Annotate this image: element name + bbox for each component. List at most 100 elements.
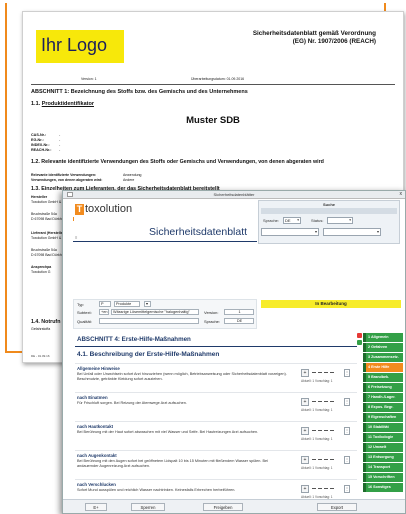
section-nav: 1 Allgemein 2 Gefahren 3 Zusammensetz. 4 Er…: [363, 333, 403, 493]
add-button[interactable]: +: [301, 369, 309, 377]
header-line1: Sicherheitsdatenblatt gemäß Verordnung: [252, 30, 376, 37]
nav-marker: [363, 433, 366, 442]
contact-block: Ansprechpa Toxolution G: [31, 265, 51, 274]
typ-select[interactable]: Produkte: [114, 301, 140, 307]
typ-select-value: Produkte: [116, 302, 132, 306]
list-item: nach Augenkontakt Bei Berührung mit den …: [75, 450, 357, 479]
nav-label: 12 Umwelt: [368, 445, 387, 449]
release-button[interactable]: Freigeben: [203, 503, 243, 511]
nav-item[interactable]: 12 Umwelt: [363, 443, 403, 452]
subtext-field[interactable]: Wässrige Lösemittelgemische "halogenhalt…: [111, 309, 199, 315]
nav-item[interactable]: 1 Allgemein: [363, 333, 403, 342]
add-button[interactable]: +: [301, 485, 309, 493]
expand-button[interactable]: ⋮: [344, 369, 350, 377]
add-button[interactable]: +: [301, 456, 309, 464]
block-text[interactable]: Für Frischluft sorgen. Bei Reizung der A…: [77, 401, 287, 406]
version-label: Version:: [204, 310, 219, 315]
menu-icon[interactable]: ≡: [75, 235, 77, 240]
nav-marker: [363, 343, 366, 352]
phrase-slider[interactable]: ⋮: [312, 369, 350, 377]
form-lang-field[interactable]: DE: [224, 318, 254, 324]
nav-marker: [363, 353, 366, 362]
status-select[interactable]: ▾: [327, 217, 353, 224]
nav-item[interactable]: 4 Erste Hilfe: [363, 363, 403, 372]
nav-item[interactable]: 2 Gefahren: [363, 343, 403, 352]
search-field[interactable]: [261, 208, 397, 214]
expand-button[interactable]: ⋮: [344, 398, 350, 406]
block-text[interactable]: Bei Unfall oder Unwohlsein sofort Arzt h…: [77, 372, 287, 381]
lock-button[interactable]: Sperren: [131, 503, 165, 511]
nav-item[interactable]: 16 Sonstiges: [363, 483, 403, 492]
lang-label: Sprache:: [263, 218, 280, 223]
subtext-label: Subtext:: [77, 310, 92, 315]
chevron-down-icon: ▾: [314, 229, 317, 234]
block-text[interactable]: Bei Berührung mit den Augen sofort bei g…: [77, 459, 287, 468]
phrase-status: Aktuell: 1 Vorschlag: 1: [301, 408, 333, 412]
expand-button[interactable]: ⋮: [344, 456, 350, 464]
nav-label: 14 Transport: [368, 465, 391, 469]
date-label: Überarbeitungsdatum: 01.09.2016: [191, 77, 245, 81]
brand-logo: Ttoxolution: [75, 203, 132, 215]
nav-marker: [363, 463, 366, 472]
add-button[interactable]: +: [301, 398, 309, 406]
emergency-label: Gefahrstoffa: [31, 327, 51, 331]
typ-dropdown[interactable]: ▾: [144, 301, 151, 307]
status-label: Status:: [311, 218, 324, 223]
phrase-slider[interactable]: ⋮: [312, 398, 350, 406]
export-button[interactable]: Export: [317, 503, 357, 511]
nav-item[interactable]: 8 Expos. Begr.: [363, 403, 403, 412]
subtext-badge[interactable]: +en: [99, 309, 109, 315]
nav-item[interactable]: 11 Toxikologie: [363, 433, 403, 442]
phrase-status: Aktuell: 1 Vorschlag: 1: [301, 466, 333, 470]
phrase-controls: + ⋮ Aktuell: 1 Vorschlag: 1: [301, 456, 351, 472]
close-icon[interactable]: x: [400, 191, 403, 197]
sub11-prefix: 1.1.: [31, 101, 42, 107]
nav-label: 8 Expos. Begr.: [368, 405, 394, 409]
phrase-slider[interactable]: ⋮: [312, 485, 350, 493]
document-header: Sicherheitsdatenblatt gemäß Verordnung (…: [216, 30, 376, 45]
sub-heading: 4.1. Beschreibung der Erste-Hilfe-Maßnah…: [77, 351, 220, 358]
block-text[interactable]: Bei Berührung mit der Haut sofort abwasc…: [77, 430, 287, 435]
search-select-2[interactable]: ▾: [323, 228, 381, 236]
add-button[interactable]: +: [301, 427, 309, 435]
uses-table: Relevante identifizierte Verwendungen: An…: [31, 173, 142, 183]
nav-label: 15 Vorschriften: [368, 475, 395, 479]
typ-code-field[interactable]: P: [99, 301, 111, 307]
sds-form: Typ P Produkte ▾ Subtext: +en Wässrige L…: [73, 299, 257, 329]
phrase-status: Aktuell: 1 Vorschlag: 1: [301, 379, 333, 383]
nav-item[interactable]: 15 Vorschriften: [363, 473, 403, 482]
nav-item[interactable]: 5 Brandbek.: [363, 373, 403, 382]
search-select-1[interactable]: ▾: [261, 228, 319, 236]
version-field[interactable]: 1: [224, 309, 254, 315]
use-value: Andere: [123, 178, 135, 182]
nav-label: 6 Freisetzung: [368, 385, 392, 389]
quality-field[interactable]: [99, 318, 199, 324]
section-heading: ABSCHNITT 4: Erste-Hilfe-Maßnahmen: [77, 336, 191, 343]
nav-item[interactable]: 13 Entsorgung: [363, 453, 403, 462]
indicator-red: [357, 333, 362, 338]
nav-item[interactable]: 6 Freisetzung: [363, 383, 403, 392]
section-underline: [75, 346, 357, 347]
nav-item[interactable]: 14 Transport: [363, 463, 403, 472]
use-value: Anwendung: [123, 173, 142, 177]
nav-item[interactable]: 9 Eigenschaften: [363, 413, 403, 422]
nav-item[interactable]: 3 Zusammensetz.: [363, 353, 403, 362]
search-panel: Suche Sprache: DE ▾ Status: ▾ ▾ ▾: [258, 200, 400, 244]
use-label: Verwendungen, von denen abgeraten wird:: [31, 178, 103, 182]
expand-button[interactable]: ⋮: [344, 427, 350, 435]
phrase-controls: + ⋮ Aktuell: 1 Vorschlag: 1: [301, 369, 351, 385]
nav-marker: [363, 443, 366, 452]
nav-item[interactable]: 7 Handh./Lager.: [363, 393, 403, 402]
nav-label: 10 Stabilität: [368, 425, 389, 429]
nav-label: 1 Allgemein: [368, 335, 389, 339]
block-text[interactable]: Sofort Mund ausspülen und reichlich Wass…: [77, 488, 287, 493]
phrase-slider[interactable]: ⋮: [312, 427, 350, 435]
nav-marker: [363, 393, 366, 402]
phrase-slider[interactable]: ⋮: [312, 456, 350, 464]
nav-item[interactable]: 10 Stabilität: [363, 423, 403, 432]
id-value: -: [59, 148, 61, 152]
lang-select[interactable]: DE ▾: [283, 217, 301, 224]
back-button[interactable]: E+: [85, 503, 107, 511]
nav-label: 7 Handh./Lager.: [368, 395, 396, 399]
expand-button[interactable]: ⋮: [344, 485, 350, 493]
